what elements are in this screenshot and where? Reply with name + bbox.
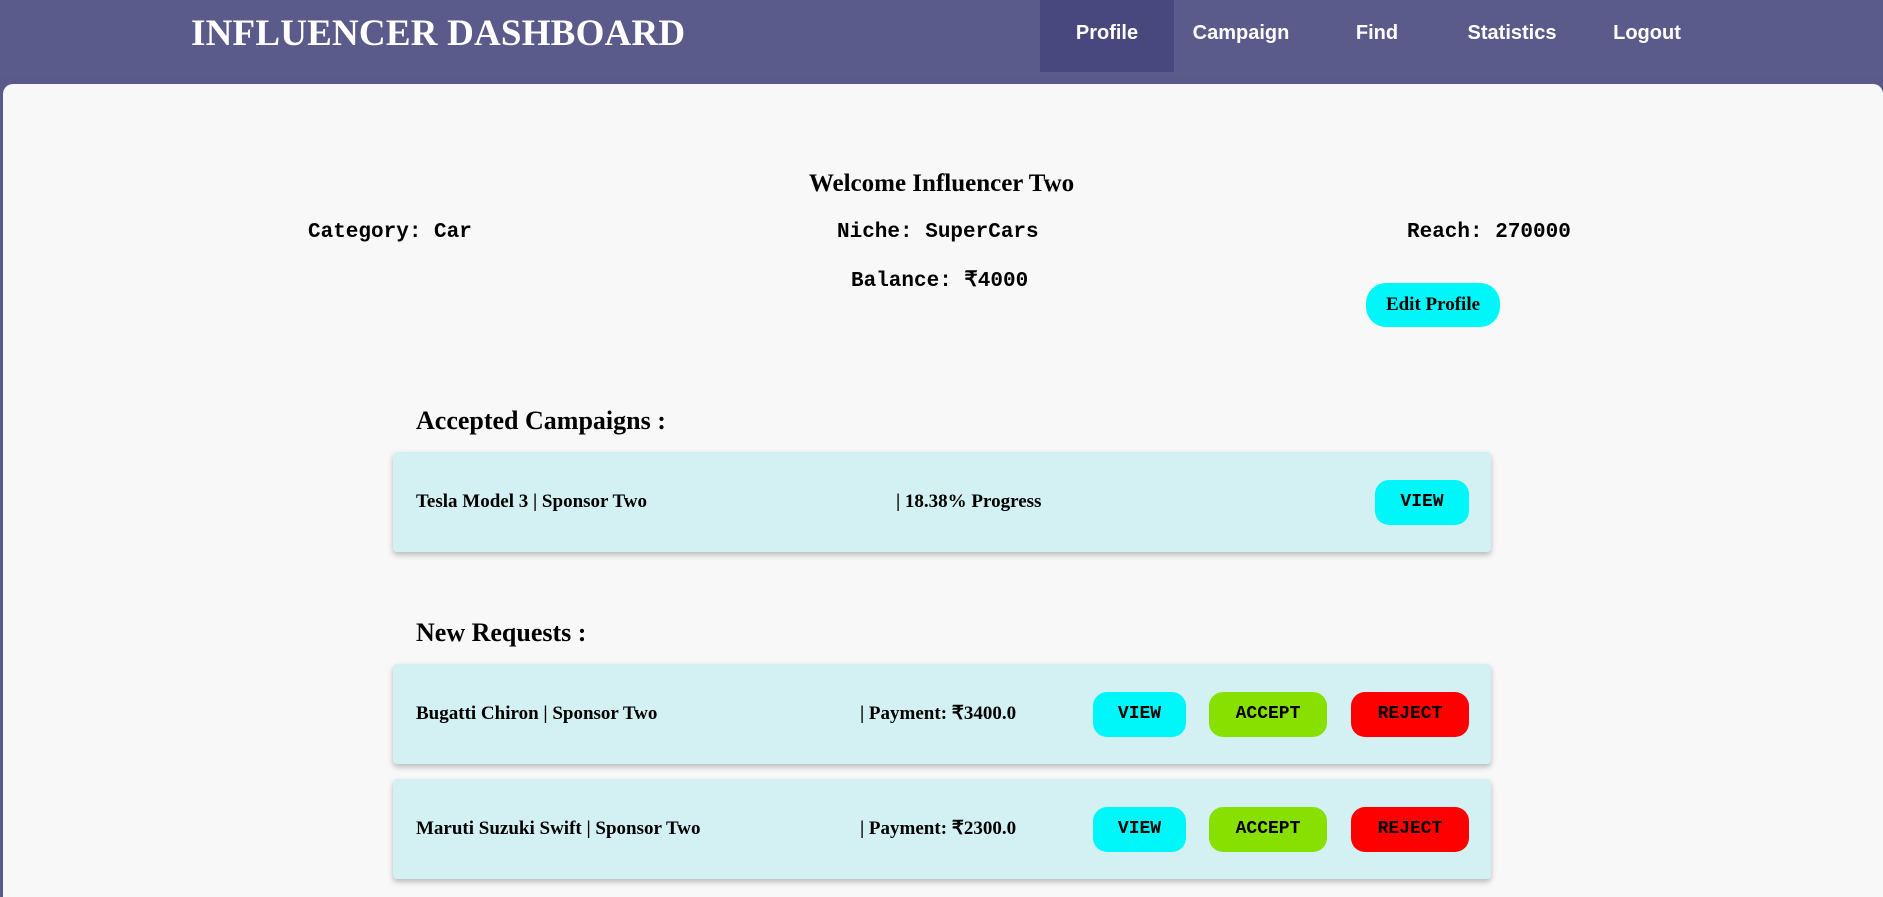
request-card: Bugatti Chiron | Sponsor Two | Payment: …	[393, 664, 1491, 764]
nav-statistics[interactable]: Statistics	[1445, 0, 1579, 72]
request-name: Maruti Suzuki Swift | Sponsor Two	[416, 818, 701, 839]
campaign-progress: | 18.38% Progress	[896, 491, 1042, 512]
nav-logout[interactable]: Logout	[1580, 0, 1714, 72]
reach-info: Reach: 270000	[1407, 221, 1571, 244]
new-requests-title: New Requests :	[416, 618, 587, 647]
view-request-button[interactable]: VIEW	[1093, 807, 1186, 852]
category-info: Category: Car	[308, 221, 472, 244]
nav-find[interactable]: Find	[1310, 0, 1444, 72]
nav-profile[interactable]: Profile	[1040, 0, 1174, 72]
accepted-campaigns-title: Accepted Campaigns :	[416, 406, 666, 435]
niche-info: Niche: SuperCars	[837, 221, 1039, 244]
request-payment: | Payment: ₹3400.0	[860, 703, 1017, 724]
view-campaign-button[interactable]: VIEW	[1375, 480, 1469, 525]
dashboard-title: INFLUENCER DASHBOARD	[191, 13, 686, 54]
accepted-campaign-card: Tesla Model 3 | Sponsor Two | 18.38% Pro…	[393, 452, 1491, 552]
top-navbar: INFLUENCER DASHBOARD Profile Campaign Fi…	[0, 0, 1883, 75]
view-request-button[interactable]: VIEW	[1093, 692, 1186, 737]
reject-request-button[interactable]: REJECT	[1351, 692, 1469, 737]
campaign-name: Tesla Model 3 | Sponsor Two	[416, 491, 648, 512]
nav-campaign[interactable]: Campaign	[1174, 0, 1308, 72]
reject-request-button[interactable]: REJECT	[1351, 807, 1469, 852]
welcome-heading: Welcome Influencer Two	[808, 170, 1075, 197]
request-card: Maruti Suzuki Swift | Sponsor Two | Paym…	[393, 779, 1491, 879]
edit-profile-button[interactable]: Edit Profile	[1366, 283, 1500, 327]
accept-request-button[interactable]: ACCEPT	[1209, 692, 1327, 737]
request-name: Bugatti Chiron | Sponsor Two	[416, 703, 658, 724]
accept-request-button[interactable]: ACCEPT	[1209, 807, 1327, 852]
balance-info: Balance: ₹4000	[851, 270, 1029, 293]
request-payment: | Payment: ₹2300.0	[860, 818, 1017, 839]
